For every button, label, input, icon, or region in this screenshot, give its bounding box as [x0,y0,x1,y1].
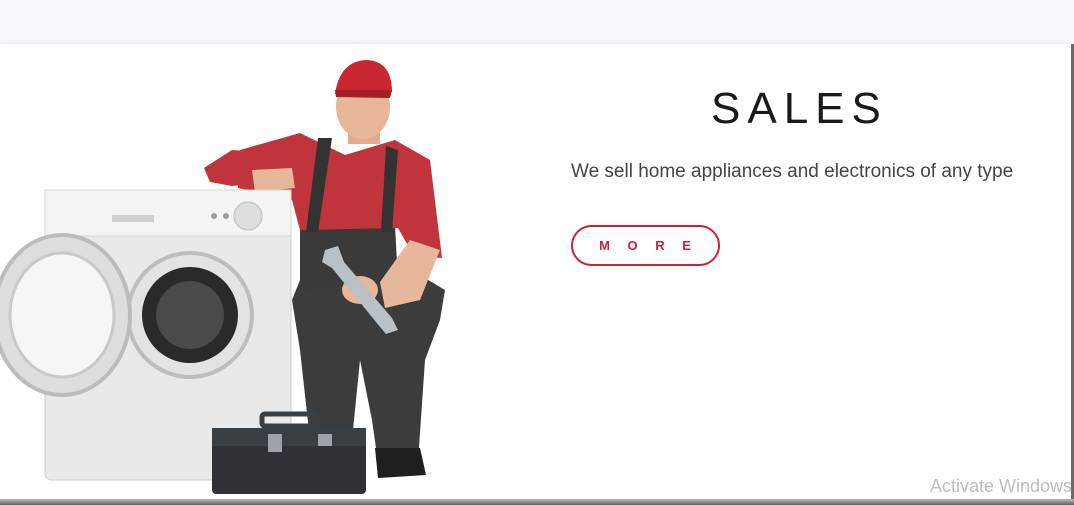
technician-washing-machine-image [0,60,445,494]
activate-windows-watermark: Activate Windows [930,476,1073,496]
hero-description: We sell home appliances and electronics … [571,161,1014,182]
top-strip [0,0,1074,44]
more-button[interactable]: M O R E [571,225,720,266]
page-edge-bottom [0,499,1074,505]
page-title: SALES [711,84,888,133]
